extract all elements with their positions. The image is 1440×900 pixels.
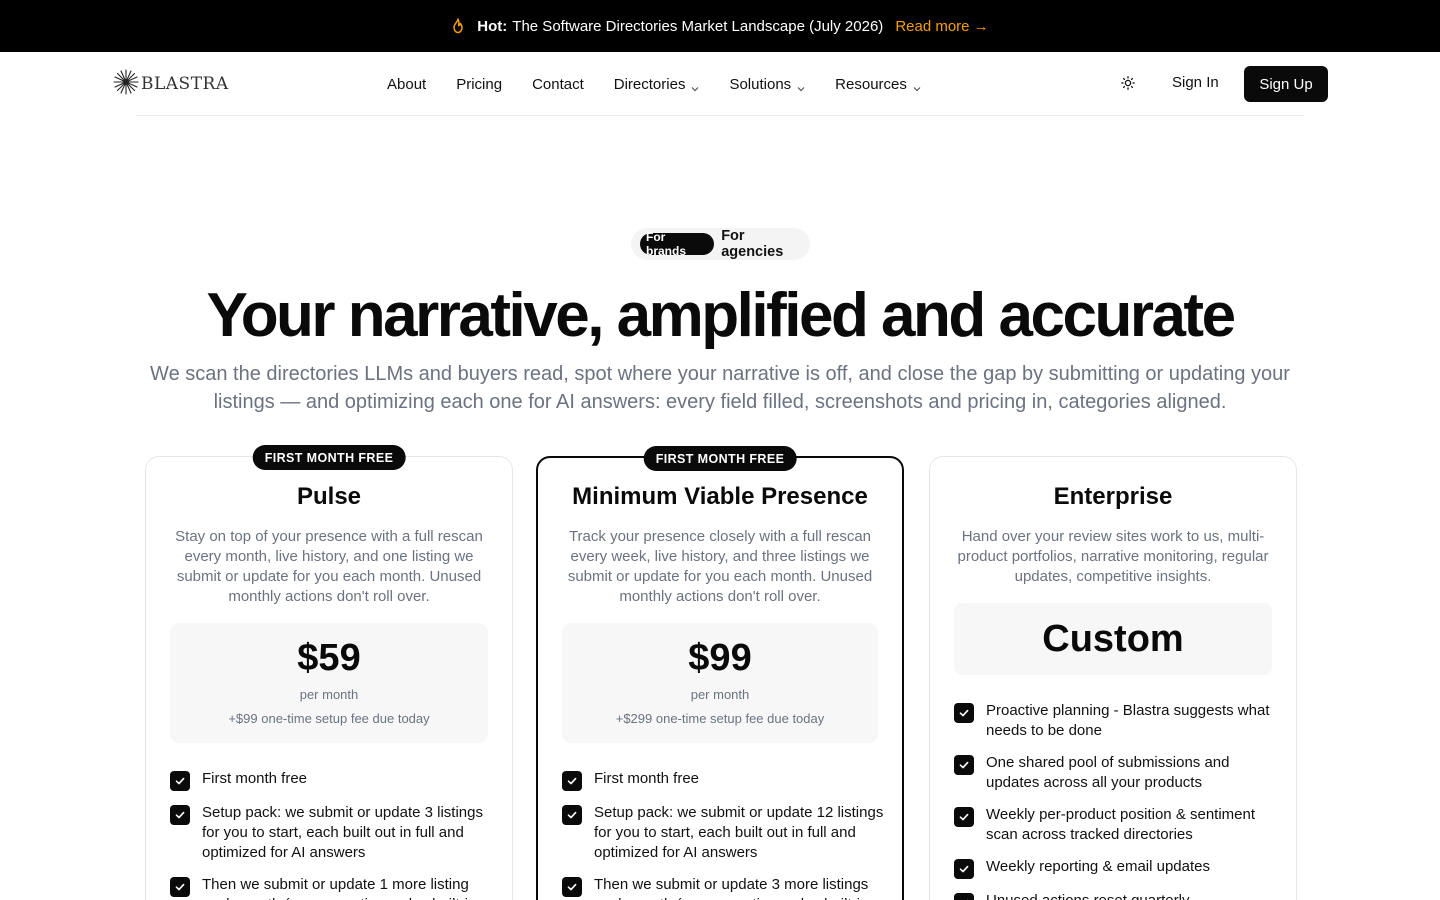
nav-solutions[interactable]: Solutions — [729, 72, 805, 96]
nav-directories-label: Directories — [613, 75, 686, 93]
price-period: per month — [299, 687, 359, 702]
price-box: $59 per month +$99 one-time setup fee du… — [170, 623, 488, 743]
theme-toggle-button[interactable] — [1118, 74, 1138, 94]
plan-description: Track your presence closely with a full … — [567, 528, 873, 605]
nav-directories[interactable]: Directories — [614, 72, 700, 96]
feature-text: Weekly per-product position & sentiment … — [986, 806, 1256, 843]
read-more-link[interactable]: Read more → — [895, 18, 988, 35]
plan-price: $59 — [297, 637, 361, 679]
check-icon — [170, 877, 190, 897]
primary-nav: About Pricing Contact Directories Soluti… — [387, 72, 921, 96]
feature-item: Weekly reporting & email updates — [954, 857, 1280, 879]
nav-solutions-label: Solutions — [729, 75, 792, 93]
check-icon — [562, 805, 582, 825]
check-icon — [954, 703, 974, 723]
plan-card-pulse: FIRST MONTH FREE Pulse Stay on top of yo… — [145, 445, 513, 900]
feature-text: Proactive planning - Blastra suggests wh… — [986, 702, 1270, 739]
feature-text: Setup pack: we submit or update 3 listin… — [202, 804, 483, 861]
hero-subtitle: We scan the directories LLMs and buyers … — [150, 363, 1290, 413]
feature-item: First month free — [562, 769, 886, 791]
feature-text: Then we submit or update 3 more listings… — [594, 876, 869, 900]
nav-contact[interactable]: Contact — [532, 72, 584, 96]
feature-text: First month free — [202, 770, 308, 787]
plan-name: Enterprise — [1053, 483, 1173, 510]
chevron-down-icon — [913, 80, 921, 92]
check-icon — [954, 859, 974, 879]
hero-title: Your narrative, amplified and accurate — [206, 281, 1236, 350]
feature-item: Weekly per-product position & sentiment … — [954, 805, 1280, 845]
feature-item: Then we submit or update 1 more listing … — [170, 875, 496, 900]
chevron-down-icon — [691, 80, 699, 92]
setup-fee: +$99 one-time setup fee due today — [228, 711, 430, 726]
feature-item: Unused actions reset quarterly — [954, 891, 1280, 900]
first-month-free-badge: FIRST MONTH FREE — [252, 445, 406, 470]
price-period: per month — [690, 687, 750, 702]
check-icon — [562, 771, 582, 791]
feature-text: Unused actions reset quarterly — [986, 891, 1189, 900]
feature-item: Then we submit or update 3 more listings… — [562, 875, 886, 900]
fire-icon — [451, 18, 465, 34]
plan-price: Custom — [954, 603, 1272, 675]
starburst-logo-icon — [113, 68, 139, 100]
announcement-headline: The Software Directories Market Landscap… — [512, 17, 884, 35]
check-icon — [954, 893, 974, 900]
feature-item: First month free — [170, 769, 496, 791]
toggle-for-agencies[interactable]: For agencies — [721, 228, 810, 260]
nav-about[interactable]: About — [387, 72, 426, 96]
check-icon — [170, 771, 190, 791]
plan-description: Hand over your review sites work to us, … — [957, 528, 1269, 585]
sign-in-link[interactable]: Sign In — [1172, 74, 1219, 91]
plan-price: $99 — [688, 637, 752, 679]
sign-up-button[interactable]: Sign Up — [1244, 66, 1328, 102]
audience-toggle: For brands For agencies — [631, 228, 810, 260]
sun-icon — [1121, 75, 1135, 93]
announcement-bar: Hot: The Software Directories Market Lan… — [0, 0, 1440, 52]
feature-text: One shared pool of submissions and updat… — [986, 754, 1230, 791]
check-icon — [170, 805, 190, 825]
plan-name: Pulse — [296, 483, 362, 510]
check-icon — [562, 877, 582, 897]
first-month-free-badge: FIRST MONTH FREE — [643, 446, 797, 471]
feature-list: First month free Setup pack: we submit o… — [562, 769, 886, 900]
nav-divider — [136, 115, 1304, 116]
toggle-for-brands[interactable]: For brands — [640, 230, 715, 258]
plan-card-minimum-viable-presence: FIRST MONTH FREE Minimum Viable Presence… — [536, 446, 904, 900]
hot-label: Hot: — [477, 17, 508, 35]
feature-item: Proactive planning - Blastra suggests wh… — [954, 701, 1280, 741]
feature-list: Proactive planning - Blastra suggests wh… — [954, 701, 1280, 900]
price-box: $99 per month +$299 one-time setup fee d… — [562, 623, 878, 743]
nav-resources-label: Resources — [835, 75, 907, 93]
check-icon — [954, 755, 974, 775]
feature-item: Setup pack: we submit or update 12 listi… — [562, 803, 886, 863]
feature-list: First month free Setup pack: we submit o… — [170, 769, 496, 900]
check-icon — [954, 807, 974, 827]
brand-logo[interactable]: BLASTRA — [113, 68, 229, 100]
nav-resources[interactable]: Resources — [835, 72, 921, 96]
plan-name: Minimum Viable Presence — [572, 483, 868, 510]
feature-text: Setup pack: we submit or update 12 listi… — [594, 804, 884, 861]
plan-description: Stay on top of your presence with a full… — [175, 528, 483, 605]
feature-item: Setup pack: we submit or update 3 listin… — [170, 803, 496, 863]
feature-text: Then we submit or update 1 more listing … — [202, 876, 476, 900]
plan-card-enterprise: Enterprise Hand over your review sites w… — [929, 456, 1297, 900]
feature-item: One shared pool of submissions and updat… — [954, 753, 1280, 793]
nav-pricing[interactable]: Pricing — [456, 72, 502, 96]
logo-wordmark: BLASTRA — [141, 74, 229, 94]
chevron-down-icon — [797, 80, 805, 92]
feature-text: Weekly reporting & email updates — [986, 858, 1211, 875]
feature-text: First month free — [594, 770, 700, 787]
top-nav: BLASTRA About Pricing Contact Directorie… — [0, 52, 1440, 116]
setup-fee: +$299 one-time setup fee due today — [615, 711, 825, 726]
